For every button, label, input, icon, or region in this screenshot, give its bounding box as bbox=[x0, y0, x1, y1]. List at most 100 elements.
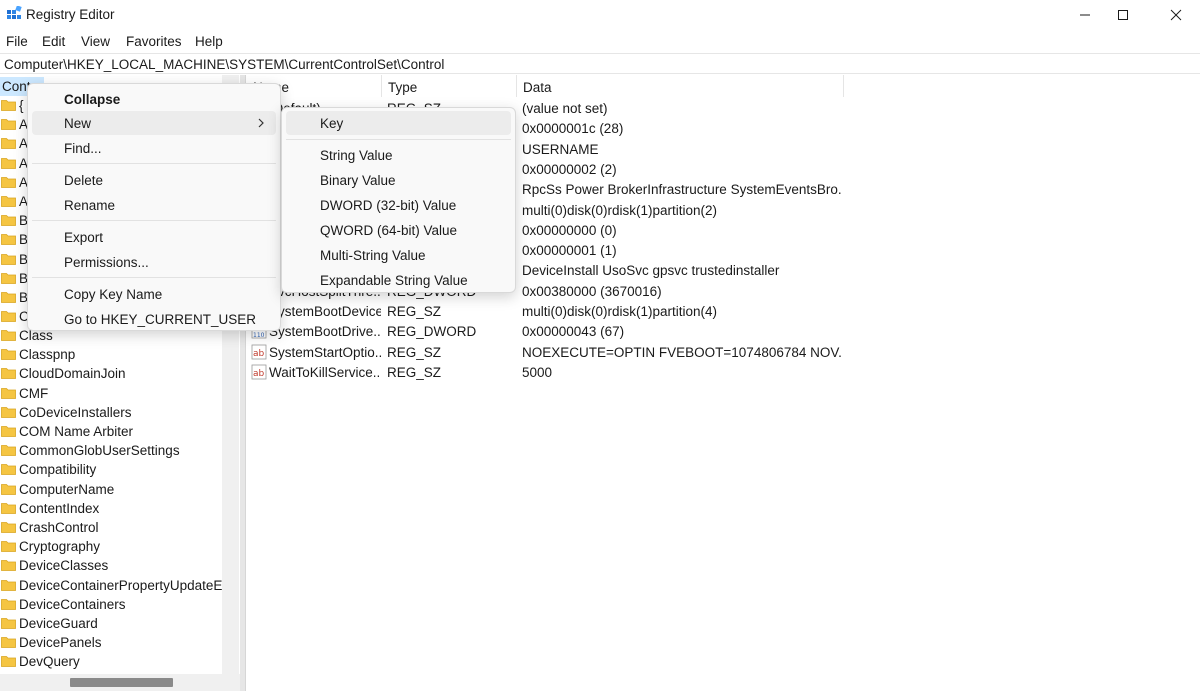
value-type: REG_SZ bbox=[387, 304, 442, 319]
tree-item-label: { bbox=[19, 98, 24, 113]
folder-icon bbox=[1, 176, 16, 188]
menu-item-find[interactable]: Find... bbox=[32, 136, 276, 160]
tree-item-label: DeviceGuard bbox=[19, 616, 98, 631]
tree-item[interactable]: Cryptography bbox=[0, 537, 222, 556]
tree-item-label: DevQuery bbox=[19, 654, 80, 670]
value-row[interactable]: ab SystemStartOptio... REG_SZ NOEXECUTE=OP… bbox=[247, 342, 1200, 362]
folder-icon bbox=[1, 522, 16, 533]
tree-item-label: CoDeviceInstallers bbox=[19, 404, 132, 420]
value-row[interactable]: 011110SystemBootDrive...REG_DWORD0x00000… bbox=[247, 321, 1200, 341]
value-data: 0x00000001 (1) bbox=[522, 243, 617, 259]
menu-edit[interactable]: Edit bbox=[42, 34, 65, 49]
folder-icon bbox=[1, 253, 16, 265]
tree-item[interactable]: DeviceClasses bbox=[0, 556, 222, 575]
value-data: NOEXECUTE=OPTIN FVEBOOT=1074806784 NOV..… bbox=[522, 344, 842, 360]
value-name: SystemStartOptio... bbox=[269, 344, 381, 360]
tree-item[interactable]: Compatibility bbox=[0, 460, 222, 479]
column-header-type[interactable]: Type bbox=[382, 75, 517, 97]
tree-item-label: ComputerName bbox=[19, 481, 115, 497]
tree-item[interactable]: ComputerName bbox=[0, 480, 222, 499]
folder-icon bbox=[1, 406, 16, 418]
svg-text:110: 110 bbox=[253, 332, 265, 339]
tree-item[interactable]: CoDeviceInstallers bbox=[0, 403, 222, 422]
menu-item-rename[interactable]: Rename bbox=[32, 193, 276, 217]
address-bar[interactable]: Computer\HKEY_LOCAL_MACHINE\SYSTEM\Curre… bbox=[0, 53, 1200, 74]
menu-view[interactable]: View bbox=[81, 34, 110, 49]
svg-text:ab: ab bbox=[253, 349, 265, 359]
menu-favorites[interactable]: Favorites bbox=[126, 34, 182, 49]
menu-separator bbox=[32, 163, 276, 164]
menu-item-copy-key-name[interactable]: Copy Key Name bbox=[32, 282, 276, 306]
tree-item[interactable]: DeviceContainerPropertyUpdateEv bbox=[0, 576, 229, 595]
menu-separator bbox=[32, 220, 276, 221]
folder-icon bbox=[1, 502, 16, 514]
menu-separator bbox=[286, 139, 511, 140]
submenu-item-expandable-string-value[interactable]: Expandable String Value bbox=[286, 268, 511, 292]
submenu-item-binary-value[interactable]: Binary Value bbox=[286, 168, 511, 192]
menu-item-delete[interactable]: Delete bbox=[32, 168, 276, 192]
folder-icon bbox=[1, 368, 16, 380]
tree-item[interactable]: DeviceContainers bbox=[0, 595, 222, 614]
menu-file[interactable]: File bbox=[6, 34, 28, 49]
maximize-icon bbox=[1118, 10, 1128, 20]
value-row[interactable]: ab WaitToKillService... REG_SZ 5000 bbox=[247, 362, 1200, 382]
value-data: 0x00000043 (67) bbox=[522, 324, 625, 340]
string-value-icon: ab bbox=[251, 364, 267, 380]
submenu-item-qword-value[interactable]: QWORD (64-bit) Value bbox=[286, 218, 511, 242]
tree-item[interactable]: DeviceGuard bbox=[0, 614, 222, 633]
title-bar: Registry Editor bbox=[0, 0, 1200, 30]
folder-icon bbox=[1, 656, 16, 668]
menu-item-go-to-hkcu[interactable]: Go to HKEY_CURRENT_USER bbox=[32, 307, 276, 331]
tree-item[interactable]: CommonGlobUserSettings bbox=[0, 441, 222, 460]
folder-icon bbox=[1, 196, 16, 207]
folder-icon bbox=[1, 541, 16, 553]
folder-icon bbox=[1, 618, 16, 629]
menu-item-collapse[interactable]: Collapse bbox=[32, 87, 276, 111]
tree-item-label: CMF bbox=[19, 385, 49, 401]
value-data: DeviceInstall UsoSvc gpsvc trustedinstal… bbox=[522, 263, 780, 279]
menu-item-new[interactable]: New bbox=[32, 111, 276, 135]
tree-item[interactable]: Classpnp bbox=[0, 345, 222, 364]
folder-icon bbox=[1, 119, 16, 131]
value-data: 0x0000001c (28) bbox=[522, 121, 624, 137]
value-data: 0x00000000 (0) bbox=[522, 222, 617, 238]
tree-item[interactable]: CloudDomainJoin bbox=[0, 364, 222, 383]
menu-bar: File Edit View Favorites Help bbox=[0, 32, 1200, 52]
svg-text:ab: ab bbox=[253, 369, 265, 379]
maximize-button[interactable] bbox=[1100, 0, 1146, 30]
tree-item-label: Classpnp bbox=[19, 347, 76, 363]
tree-item-label: DeviceContainerPropertyUpdateEv bbox=[19, 577, 230, 593]
menu-item-export[interactable]: Export bbox=[32, 225, 276, 249]
submenu-item-string-value[interactable]: String Value bbox=[286, 143, 511, 167]
new-submenu: Key String Value Binary Value DWORD (32-… bbox=[281, 107, 516, 293]
window-title: Registry Editor bbox=[26, 7, 115, 22]
tree-item-label: CommonGlobUserSettings bbox=[19, 443, 180, 459]
value-type: REG_DWORD bbox=[387, 324, 477, 340]
scrollbar-thumb[interactable] bbox=[70, 678, 173, 687]
tree-item[interactable]: CMF bbox=[0, 384, 222, 403]
close-button[interactable] bbox=[1153, 0, 1199, 30]
tree-item[interactable]: COM Name Arbiter bbox=[0, 422, 222, 441]
tree-item[interactable]: ContentIndex bbox=[0, 499, 222, 518]
tree-item[interactable]: DevQuery bbox=[0, 652, 222, 671]
tree-horizontal-scrollbar[interactable] bbox=[0, 674, 240, 691]
tree-item-label: DeviceContainers bbox=[19, 596, 126, 612]
tree-item-label: ContentIndex bbox=[19, 500, 100, 516]
menu-item-permissions[interactable]: Permissions... bbox=[32, 250, 276, 274]
folder-icon bbox=[1, 349, 16, 361]
column-header-data[interactable]: Data bbox=[517, 75, 844, 97]
submenu-item-dword-value[interactable]: DWORD (32-bit) Value bbox=[286, 193, 511, 217]
value-type: REG_SZ bbox=[387, 364, 442, 380]
value-name: SystemBootDrive... bbox=[269, 324, 381, 340]
tree-item[interactable]: CrashControl bbox=[0, 518, 222, 537]
folder-icon bbox=[1, 464, 16, 476]
tree-item[interactable]: DevicePanels bbox=[0, 633, 222, 652]
value-row[interactable]: abSystemBootDeviceREG_SZmulti(0)disk(0)r… bbox=[247, 301, 1200, 321]
string-value-icon: ab bbox=[251, 344, 267, 359]
value-name: WaitToKillService... bbox=[269, 364, 381, 380]
folder-icon bbox=[1, 311, 16, 323]
folder-icon bbox=[1, 215, 16, 227]
submenu-item-multi-string-value[interactable]: Multi-String Value bbox=[286, 243, 511, 267]
menu-help[interactable]: Help bbox=[195, 34, 223, 49]
submenu-item-key[interactable]: Key bbox=[286, 111, 511, 135]
